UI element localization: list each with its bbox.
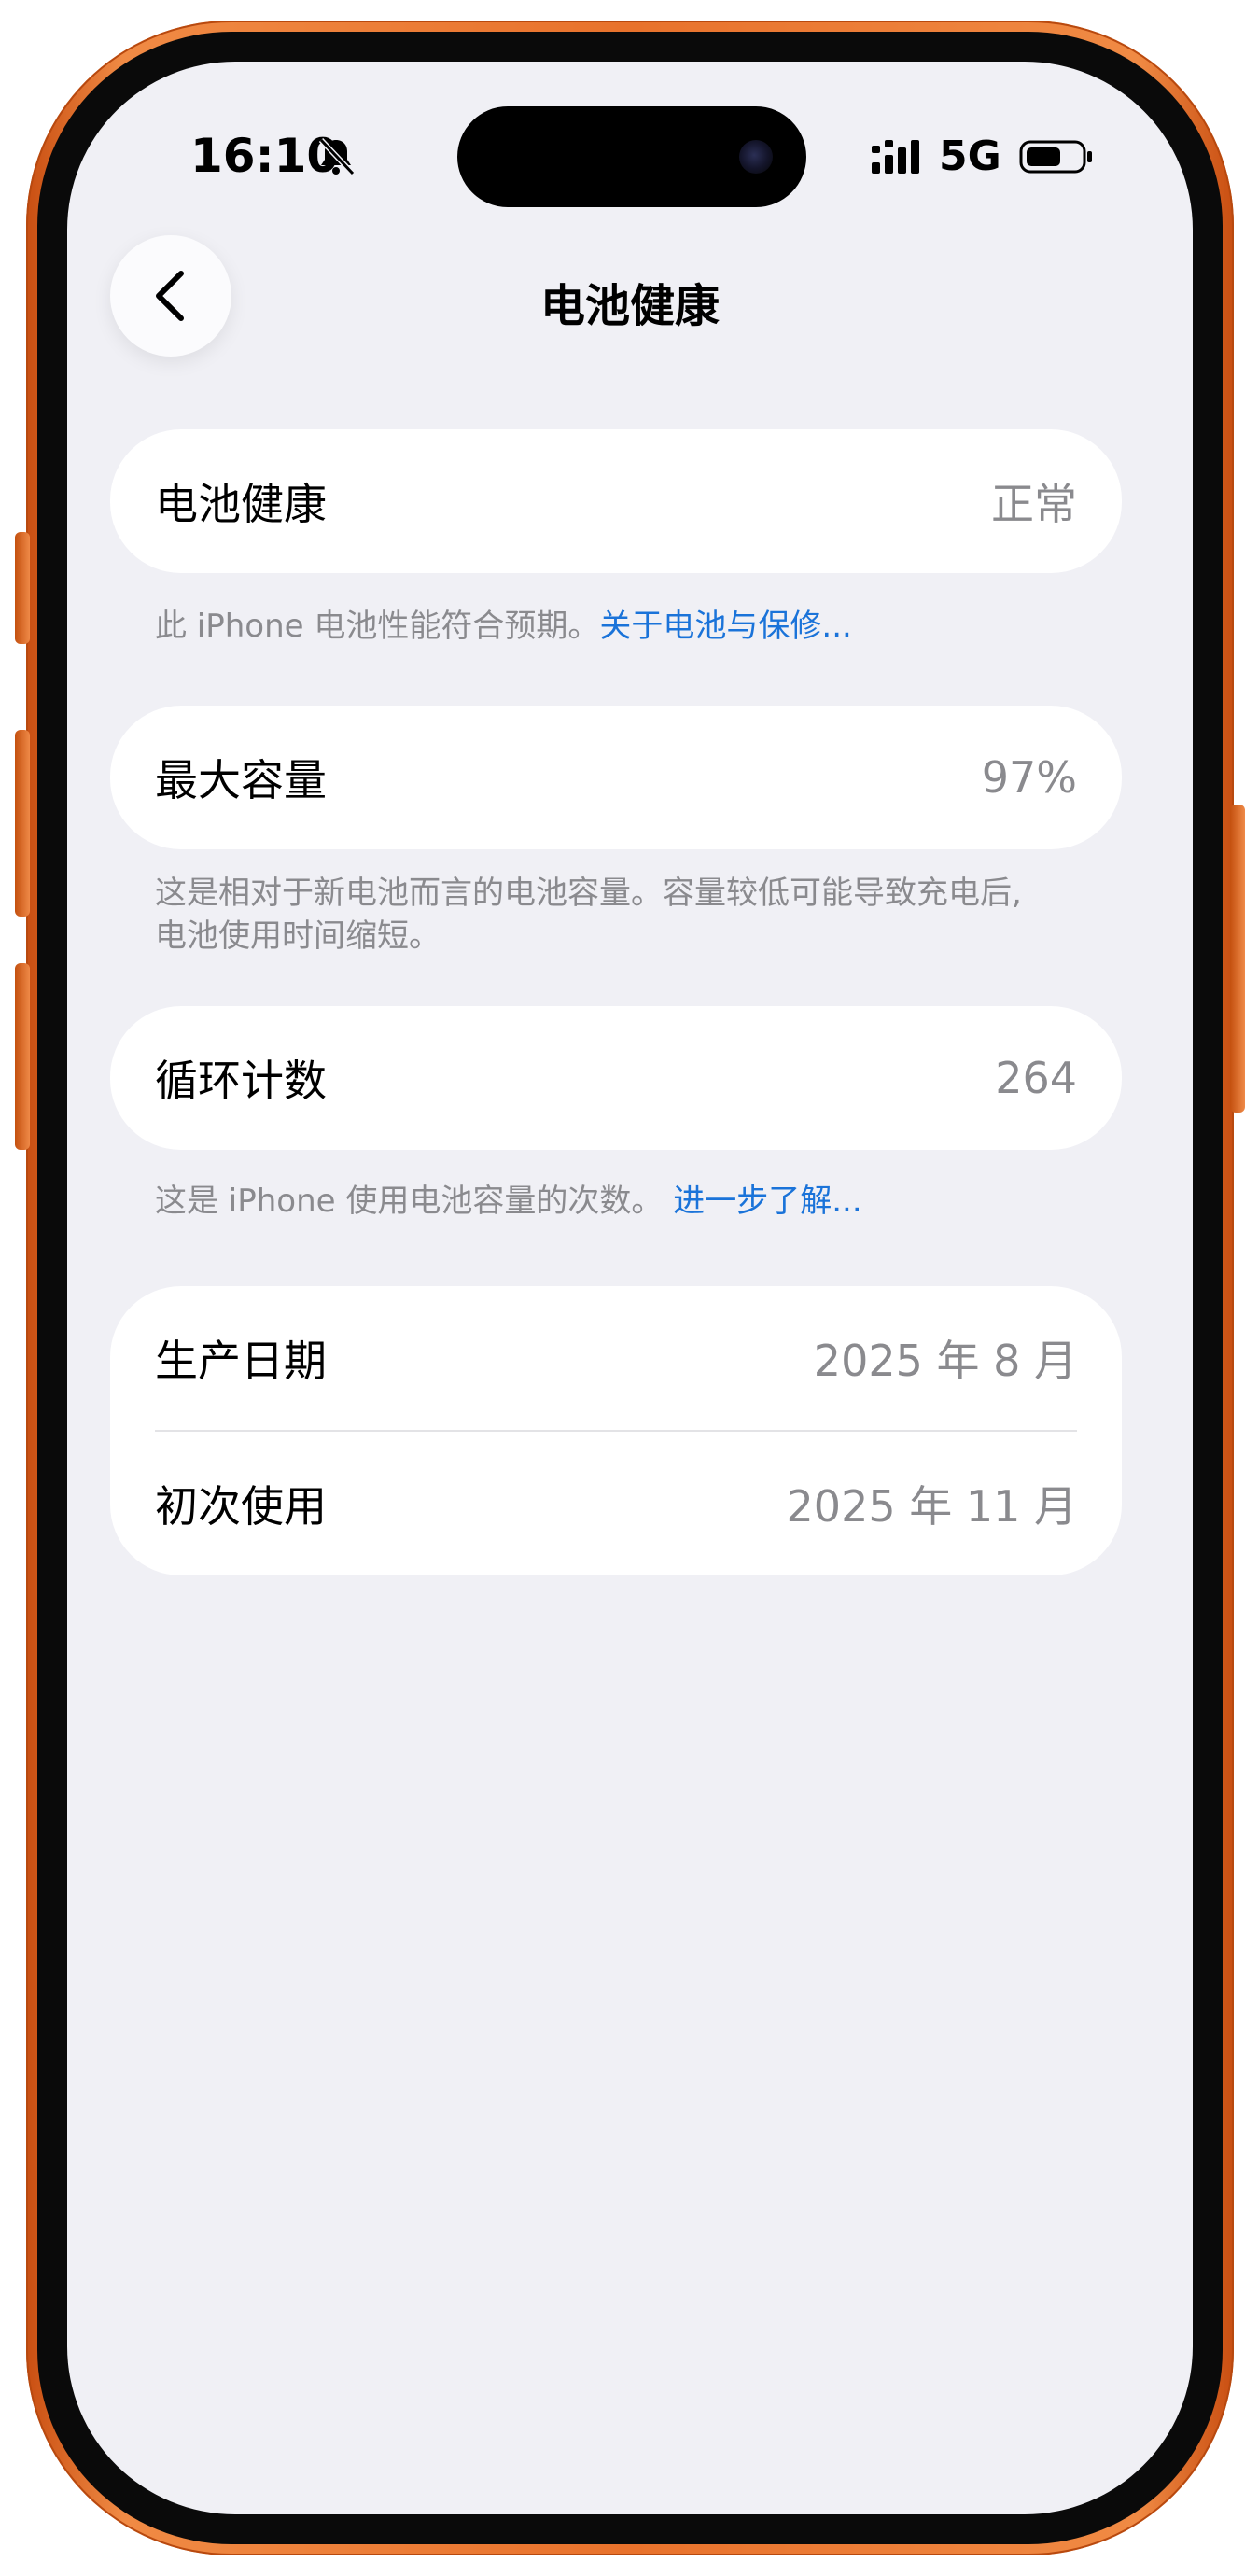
battery-health-label: 电池健康 (155, 479, 327, 529)
cycle-count-note: 这是 iPhone 使用电池容量的次数。 (155, 1183, 664, 1220)
battery-health-value: 正常 (991, 479, 1077, 529)
first-use-row: 初次使用 2025 年 11 月 (110, 1432, 1122, 1575)
first-use-label: 初次使用 (155, 1481, 327, 1532)
manufacture-date-row: 生产日期 2025 年 8 月 (110, 1286, 1122, 1430)
cycle-count-row: 循环计数 264 (110, 1006, 1122, 1150)
max-capacity-footnote: 这是相对于新电池而言的电池容量。容量较低可能导致充电后, 电池使用时间缩短。 (155, 872, 1088, 958)
max-capacity-label: 最大容量 (155, 755, 327, 805)
max-capacity-note-line2: 电池使用时间缩短。 (155, 917, 441, 955)
action-button (15, 532, 30, 644)
dynamic-island (457, 106, 806, 207)
learn-more-link[interactable]: 进一步了解... (673, 1183, 861, 1220)
max-capacity-card: 最大容量 97% (110, 706, 1122, 849)
cycle-count-value: 264 (995, 1053, 1077, 1103)
first-use-value: 2025 年 11 月 (786, 1481, 1077, 1532)
volume-up-button (15, 730, 30, 917)
manufacture-date-label: 生产日期 (155, 1336, 327, 1386)
network-type: 5G (939, 133, 1001, 180)
manufacture-date-value: 2025 年 8 月 (813, 1336, 1077, 1386)
battery-warranty-link[interactable]: 关于电池与保修... (599, 608, 851, 645)
battery-health-card: 电池健康 正常 (110, 429, 1122, 573)
dates-card: 生产日期 2025 年 8 月 初次使用 2025 年 11 月 (110, 1286, 1122, 1575)
bell-slash-icon (318, 137, 356, 176)
screen: 16:10 5G 电池健康 电池健康 正常 此 iPhone 电池性能符合预期。… (67, 62, 1193, 2514)
battery-health-footnote: 此 iPhone 电池性能符合预期。关于电池与保修... (155, 605, 1088, 648)
cycle-count-footnote: 这是 iPhone 使用电池容量的次数。 进一步了解... (155, 1180, 1088, 1223)
max-capacity-note-line1: 这是相对于新电池而言的电池容量。容量较低可能导致充电后, (155, 875, 1022, 912)
battery-health-row: 电池健康 正常 (110, 429, 1122, 573)
max-capacity-value: 97% (981, 752, 1077, 803)
cycle-count-label: 循环计数 (155, 1056, 327, 1106)
signal-icon (872, 140, 919, 174)
battery-health-note: 此 iPhone 电池性能符合预期。 (155, 608, 600, 645)
cycle-count-card: 循环计数 264 (110, 1006, 1122, 1150)
battery-icon (1019, 140, 1092, 174)
volume-down-button (15, 963, 30, 1150)
page-title: 电池健康 (539, 280, 720, 332)
max-capacity-row: 最大容量 97% (110, 706, 1122, 849)
power-button (1230, 805, 1245, 1113)
front-camera-icon (739, 140, 773, 174)
